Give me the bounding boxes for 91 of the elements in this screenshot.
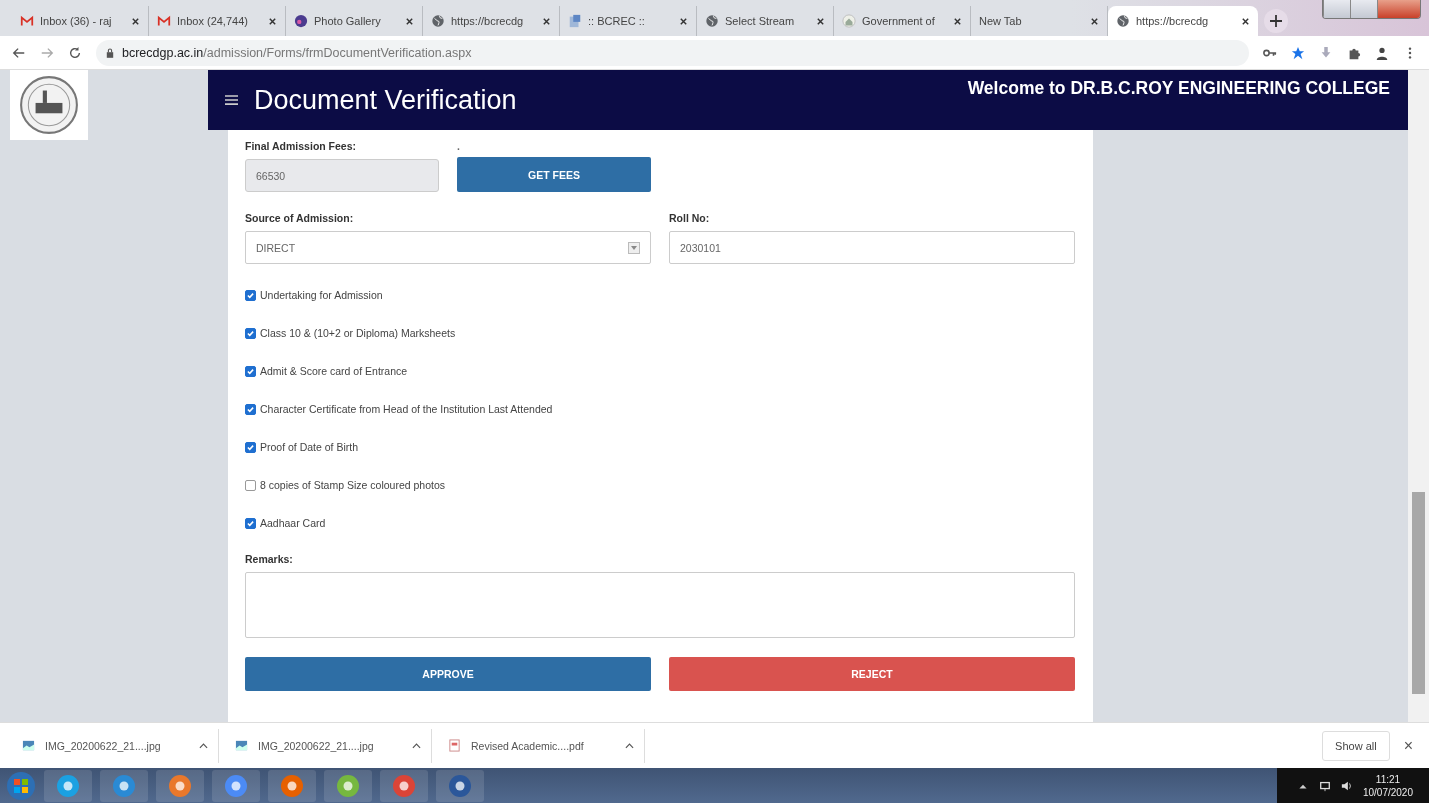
taskbar-app-icon[interactable] — [212, 769, 260, 802]
window-controls-drawing[interactable] — [1322, 0, 1421, 19]
volume-icon[interactable] — [1340, 779, 1353, 792]
back-icon[interactable] — [12, 45, 26, 60]
roll-number-field[interactable]: 2030101 — [669, 231, 1075, 264]
house-icon — [842, 14, 856, 28]
image-file-icon — [235, 739, 248, 752]
close-icon[interactable] — [679, 16, 688, 26]
network-icon[interactable] — [1318, 779, 1331, 792]
star-icon[interactable] — [1291, 45, 1305, 60]
mail-icon — [157, 14, 171, 28]
checkbox-label: Admit & Score card of Entrance — [260, 365, 408, 377]
fees-field[interactable]: 66530 — [245, 159, 439, 192]
tab-title: Select Stream — [725, 15, 796, 27]
globe-icon — [705, 14, 719, 28]
close-button[interactable]: × — [1397, 735, 1419, 756]
page-title: Document Verification — [254, 84, 517, 116]
get-fees-button[interactable]: GET FEES — [457, 157, 651, 192]
close-icon[interactable] — [816, 16, 825, 26]
lock-icon — [106, 47, 114, 58]
welcome-text: Welcome to DR.B.C.ROY ENGINEERING COLLEGE — [967, 78, 1390, 99]
close-icon[interactable] — [1241, 16, 1250, 26]
checkbox[interactable] — [245, 517, 256, 529]
checkbox-label: Undertaking for Admission — [260, 289, 383, 301]
taskbar-app-icon[interactable] — [268, 769, 316, 802]
globe-icon — [1116, 14, 1130, 28]
checkbox-label: Aadhaar Card — [260, 517, 326, 529]
download-item[interactable]: IMG_20200622_21....jpg — [235, 728, 432, 763]
download-item[interactable]: IMG_20200622_21....jpg — [22, 728, 219, 763]
close-icon[interactable] — [542, 16, 551, 26]
new-tab-icon[interactable] — [1264, 9, 1288, 33]
close-icon[interactable] — [405, 16, 414, 26]
checkbox-label: 8 copies of Stamp Size coloured photos — [260, 479, 446, 491]
scrollbar[interactable] — [1408, 70, 1429, 722]
checkbox-label: Class 10 & (10+2 or Diploma) Marksheets — [260, 327, 456, 339]
tab-title: https://bcrecdg — [451, 15, 525, 27]
tab-title: :: BCREC :: — [588, 15, 646, 27]
field-label: Roll No: — [669, 212, 711, 225]
profile-avatar-icon[interactable] — [1375, 45, 1389, 60]
checkbox[interactable] — [245, 365, 256, 377]
field-label: Source of Admission: — [245, 212, 355, 225]
globe-icon — [431, 14, 445, 28]
approve-button[interactable]: APPROVE — [245, 657, 651, 691]
caret-icon[interactable] — [625, 742, 634, 749]
taskbar-app-icon[interactable] — [100, 769, 148, 802]
browser-tab[interactable]: https://bcrecdg — [1108, 6, 1258, 36]
show-all-button[interactable]: Show all — [1322, 730, 1390, 761]
checkbox[interactable] — [245, 289, 256, 301]
checkbox-label: Proof of Date of Birth — [260, 441, 359, 453]
image-file-icon — [22, 739, 35, 752]
document-icon — [568, 14, 582, 28]
tab-title: Inbox (24,744) — [177, 15, 249, 27]
url-path: /admission/Forms/frmDocumentVerification.aspx — [203, 45, 472, 60]
tab-title: Government of — [862, 15, 936, 27]
close-icon[interactable] — [131, 16, 140, 26]
field-label: . — [457, 140, 461, 153]
tab-title: Photo Gallery — [314, 15, 382, 27]
checkbox[interactable] — [245, 403, 256, 415]
address-bar[interactable]: bcrecdgp.ac.in/admission/Forms/frmDocumentVerification.aspx — [96, 39, 1249, 66]
reload-icon[interactable] — [68, 45, 82, 60]
source-dropdown[interactable]: DIRECT — [245, 231, 651, 264]
checkbox[interactable] — [245, 327, 256, 339]
tab-title: Inbox (36) - raj — [40, 15, 113, 27]
taskbar-app-icon[interactable] — [380, 769, 428, 802]
dropdown-caret-icon — [628, 241, 640, 254]
close-icon[interactable] — [268, 16, 277, 26]
checkbox[interactable] — [245, 441, 256, 453]
photo-icon — [294, 14, 308, 28]
taskbar-app-icon[interactable] — [156, 769, 204, 802]
close-icon[interactable] — [953, 16, 962, 26]
clock-time: 11:21 — [1375, 772, 1401, 786]
field-label: Remarks: — [245, 553, 294, 566]
caret-icon[interactable] — [412, 742, 421, 749]
checkbox[interactable] — [245, 479, 256, 491]
download-item[interactable]: Revised Academic....pdf — [448, 728, 645, 763]
taskbar-app-icon[interactable] — [44, 769, 92, 802]
pdf-file-icon — [448, 739, 461, 752]
taskbar-app-icon[interactable] — [324, 769, 372, 802]
mail-icon — [20, 14, 34, 28]
url-host: bcrecdgp.ac.in — [122, 45, 204, 60]
menu-icon[interactable] — [225, 94, 238, 106]
checkbox-label: Character Certificate from Head of the Institution Last Attended — [260, 403, 553, 415]
clock-date: 10/07/2020 — [1362, 785, 1413, 799]
tab-title: https://bcrecdg — [1136, 15, 1210, 27]
tab-title: New Tab — [979, 15, 1023, 27]
reject-button[interactable]: REJECT — [669, 657, 1075, 691]
taskbar-app-icon[interactable] — [436, 769, 484, 802]
close-icon[interactable] — [1090, 16, 1099, 26]
start-button[interactable] — [6, 770, 36, 801]
caret-icon[interactable] — [199, 742, 208, 749]
field-label: Final Admission Fees: — [245, 140, 358, 153]
